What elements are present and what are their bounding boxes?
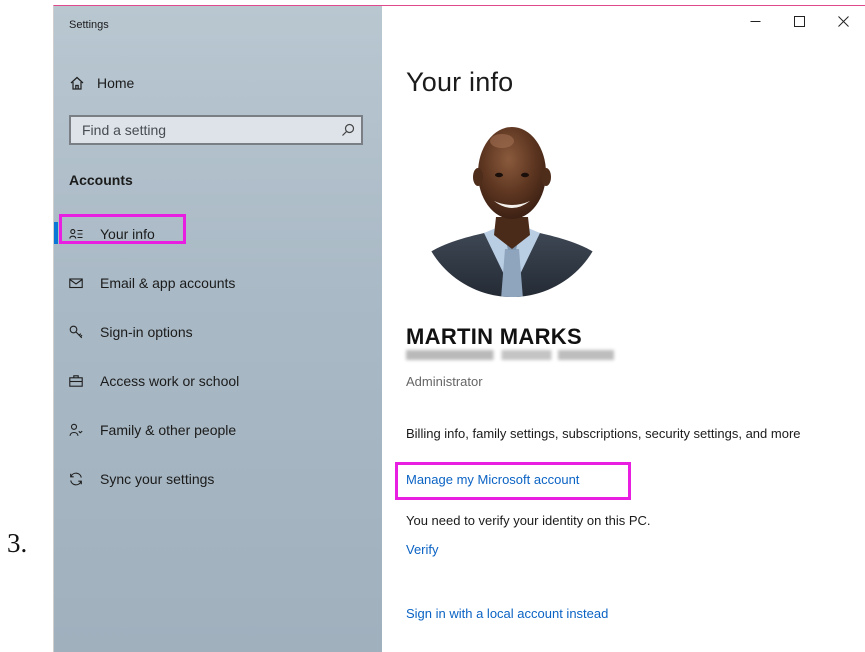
sidebar-item-label: Access work or school bbox=[100, 372, 240, 389]
search-input[interactable] bbox=[71, 117, 331, 143]
billing-description: Billing info, family settings, subscript… bbox=[406, 426, 801, 441]
sidebar-item-work-school[interactable]: Access work or school bbox=[54, 356, 382, 405]
main-panel: Your info MARTIN MARKS Administrator Bil… bbox=[382, 6, 865, 652]
user-role: Administrator bbox=[406, 374, 483, 389]
sidebar-nav: Your info Email & app accounts Sign-in o… bbox=[54, 209, 382, 503]
sidebar-item-your-info[interactable]: Your info bbox=[54, 209, 382, 258]
search-box bbox=[69, 115, 363, 145]
sidebar-item-label: Email & app accounts bbox=[100, 274, 236, 291]
sidebar-item-label: Your info bbox=[100, 225, 155, 242]
maximize-icon bbox=[793, 15, 805, 27]
sidebar-item-sync[interactable]: Sync your settings bbox=[54, 454, 382, 503]
manage-microsoft-account-link[interactable]: Manage my Microsoft account bbox=[406, 472, 579, 487]
sidebar: Settings Home Accounts Your info bbox=[54, 6, 382, 652]
sidebar-home[interactable]: Home bbox=[69, 72, 134, 94]
user-email-redacted bbox=[406, 350, 614, 360]
sync-icon bbox=[70, 472, 82, 485]
sidebar-item-family[interactable]: Family & other people bbox=[54, 405, 382, 454]
search-icon[interactable] bbox=[341, 123, 355, 137]
maximize-button[interactable] bbox=[777, 6, 821, 36]
sidebar-item-label: Sync your settings bbox=[100, 470, 215, 487]
close-icon bbox=[837, 15, 849, 27]
section-header-accounts: Accounts bbox=[69, 172, 133, 188]
key-icon bbox=[69, 325, 83, 338]
verify-identity-text: You need to verify your identity on this… bbox=[406, 513, 651, 528]
person-card-icon bbox=[69, 228, 83, 239]
close-button[interactable] bbox=[821, 6, 865, 36]
minimize-icon bbox=[750, 20, 760, 22]
app-title: Settings bbox=[69, 19, 109, 31]
sidebar-item-sign-in-options[interactable]: Sign-in options bbox=[54, 307, 382, 356]
window-controls bbox=[733, 6, 865, 36]
home-label: Home bbox=[97, 75, 135, 91]
sidebar-item-label: Sign-in options bbox=[100, 323, 193, 340]
local-account-link[interactable]: Sign in with a local account instead bbox=[406, 606, 608, 621]
sidebar-item-email-accounts[interactable]: Email & app accounts bbox=[54, 258, 382, 307]
sidebar-item-label: Family & other people bbox=[100, 421, 237, 438]
home-icon bbox=[70, 76, 84, 90]
step-number: 3. bbox=[7, 528, 28, 558]
user-name: MARTIN MARKS bbox=[406, 324, 582, 349]
mail-icon bbox=[69, 277, 83, 288]
page-title: Your info bbox=[406, 67, 514, 97]
avatar[interactable] bbox=[418, 109, 606, 297]
settings-window: Settings Home Accounts Your info bbox=[53, 5, 865, 652]
verify-link[interactable]: Verify bbox=[406, 542, 439, 557]
briefcase-icon bbox=[69, 374, 83, 387]
people-icon bbox=[69, 423, 83, 436]
minimize-button[interactable] bbox=[733, 6, 777, 36]
avatar-portrait bbox=[418, 109, 606, 297]
